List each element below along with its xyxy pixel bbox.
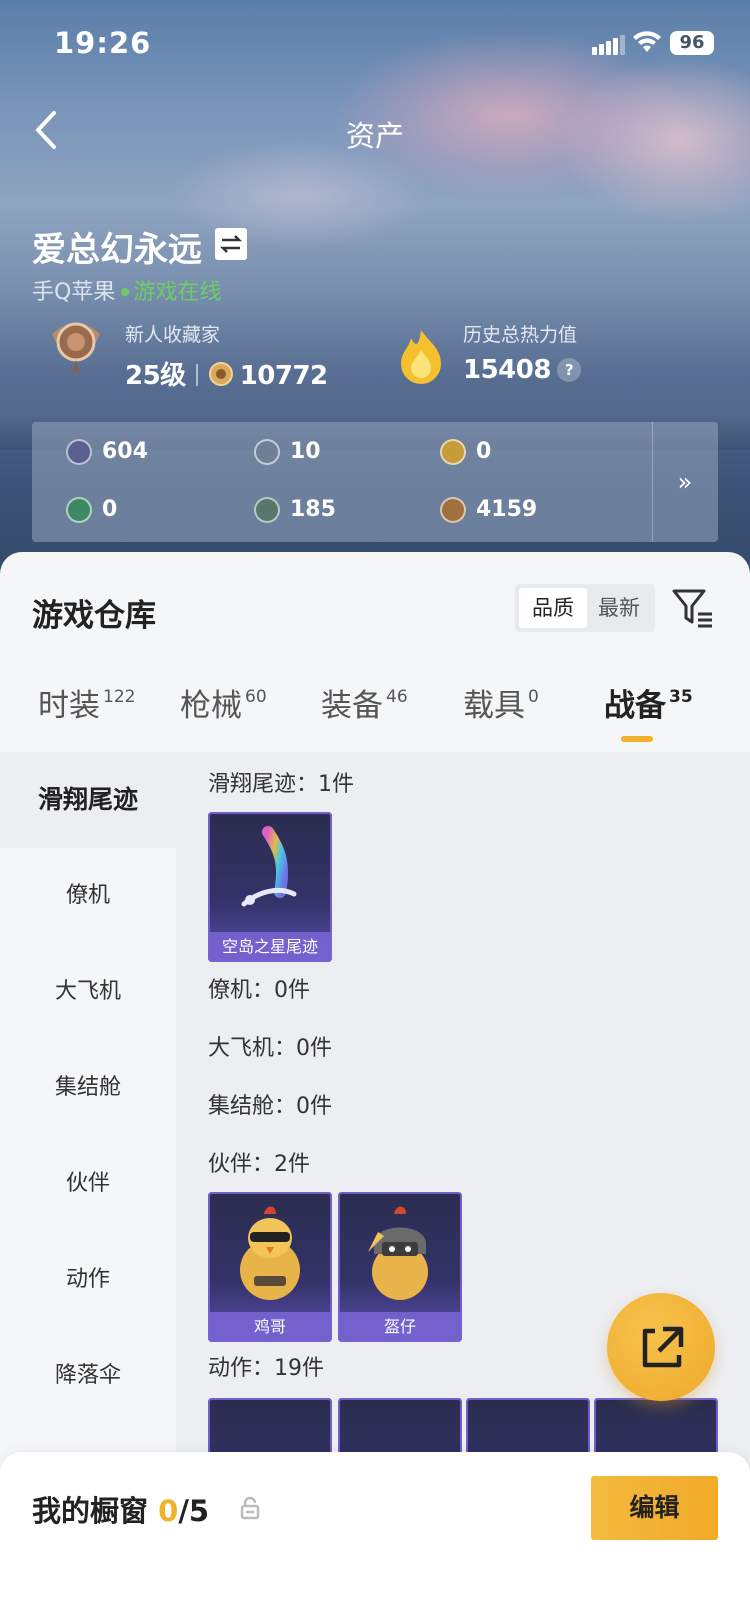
showcase-label: 我的橱窗 0/5 [32,1494,210,1528]
online-dot-icon [121,288,130,296]
platform-label: 手Q苹果 [32,280,116,305]
sidebar-item-glide-trail[interactable]: 滑翔尾迹 [0,752,176,848]
player-name: 爱总幻永远 [32,230,202,270]
tab-battle-prep[interactable]: 战备 35 [604,680,693,725]
sort-quality-button[interactable]: 品质 [519,588,587,628]
currency-panel: 604 10 0 0 185 4159 » [32,422,718,542]
currency-item: 0 [440,437,491,467]
page-title: 资产 [345,119,404,153]
collector-stat: 新人收藏家 25级 10772 [125,320,328,392]
currency-expand-icon[interactable]: » [652,422,718,542]
sidebar-item-parachute[interactable]: 降落伞 [0,1328,176,1424]
tab-vehicles[interactable]: 载具 0 [463,680,539,725]
switch-account-icon[interactable] [215,228,247,260]
currency-item: 4159 [440,495,537,525]
section-label: 大飞机：0件 [208,1036,332,1061]
edit-button[interactable]: 编辑 [591,1476,718,1540]
item-name: 盔仔 [338,1312,462,1342]
currency-item: 185 [254,495,336,525]
sort-toggle: 品质 最新 [515,584,655,632]
active-tab-indicator [621,736,653,742]
helmet-companion-art [368,1206,428,1300]
player-platform: 手Q苹果 游戏在线 [32,274,221,306]
online-status: 游戏在线 [133,280,222,305]
currency-item: 10 [254,437,321,467]
sidebar-item-big-plane[interactable]: 大飞机 [0,944,176,1040]
sidebar-item-capsule[interactable]: 集结舱 [0,1040,176,1136]
item-name: 空岛之星尾迹 [208,932,332,962]
points-coin-icon [208,362,233,386]
showcase-bar: 我的橱窗 0/5 编辑 [0,1452,750,1624]
item-card[interactable]: 鸡哥 [208,1192,332,1342]
green-coin-icon [254,497,280,523]
heat-flame-icon [401,330,441,384]
heat-stat: 历史总热力值 15408? [463,320,581,385]
status-time: 19:26 [54,26,152,60]
filter-icon[interactable] [672,588,716,628]
wifi-icon [633,31,661,52]
tab-equipment[interactable]: 装备 46 [321,680,408,725]
status-bar: 19:26 96 [0,26,750,66]
chicken-companion-art [240,1206,300,1300]
silver-coin-icon [254,439,280,465]
green-card-icon [66,497,92,523]
category-tabs: 时装 122 枪械 60 装备 46 载具 0 战备 35 [0,680,750,740]
heat-label: 历史总热力值 [463,324,578,346]
item-card[interactable]: 盔仔 [338,1192,462,1342]
item-name: 鸡哥 [208,1312,332,1342]
cellular-signal-icon [592,35,625,55]
help-icon[interactable]: ? [556,358,581,382]
share-icon [642,1326,684,1368]
showcase-count: 0 [158,1494,179,1528]
gold-coin-icon [440,439,466,465]
warehouse-title: 游戏仓库 [32,598,156,634]
sort-latest-button[interactable]: 最新 [585,588,653,628]
section-label: 伙伴：2件 [208,1152,310,1177]
glide-trail-art [241,826,297,907]
currency-item: 604 [66,437,148,467]
section-label: 集结舱：0件 [208,1094,332,1119]
ticket-icon [66,439,92,465]
section-label: 滑翔尾迹：1件 [208,772,354,797]
share-button[interactable] [607,1293,715,1401]
collector-points: 10772 [239,361,328,391]
nav-bar: 资产 [0,105,750,155]
showcase-total: /5 [178,1494,210,1528]
collector-medal-icon [52,322,100,374]
section-label: 僚机：0件 [208,978,310,1003]
battery-icon: 96 [670,31,714,55]
item-card[interactable]: 空岛之星尾迹 [208,812,332,962]
sidebar-item-companion[interactable]: 伙伴 [0,1136,176,1232]
heat-value: 15408 [463,355,551,385]
sidebar-item-wingman[interactable]: 僚机 [0,848,176,944]
currency-item: 0 [66,495,117,525]
sidebar-item-emote[interactable]: 动作 [0,1232,176,1328]
collector-label: 新人收藏家 [125,324,221,346]
section-label: 动作：19件 [208,1356,324,1381]
lock-icon [240,1496,260,1520]
collector-level: 25级 [125,361,186,391]
tab-guns[interactable]: 枪械 60 [180,680,267,725]
bronze-coin-icon [440,497,466,523]
tab-fashion[interactable]: 时装 122 [38,680,135,725]
